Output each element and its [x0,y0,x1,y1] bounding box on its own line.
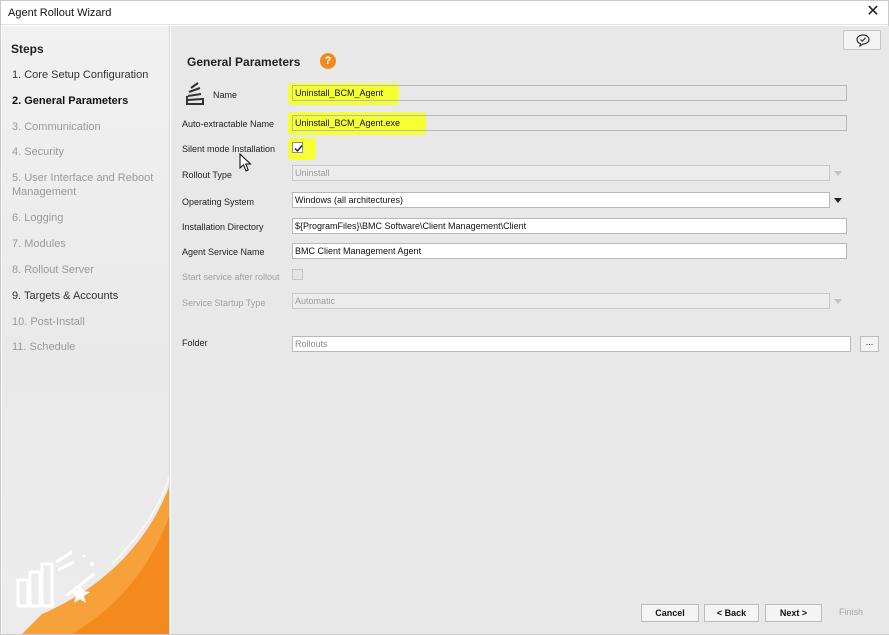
next-button[interactable]: Next > [765,604,822,622]
cancel-button[interactable]: Cancel [641,604,699,622]
step-logging[interactable]: 6. Logging [12,211,162,225]
start-service-label: Start service after rollout [182,272,280,282]
chevron-down-icon[interactable] [831,192,845,208]
chevron-down-icon [831,293,845,309]
title-bar: Agent Rollout Wizard ✕ [1,1,888,25]
step-schedule[interactable]: 11. Schedule [12,340,162,354]
rollout-type-label: Rollout Type [182,170,232,180]
back-button[interactable]: < Back [704,604,759,622]
package-stack-icon [186,82,204,105]
silent-mode-checkbox[interactable] [292,142,303,153]
installation-directory-field[interactable]: ${ProgramFiles}\BMC Software\Client Mana… [292,218,847,234]
agent-rollout-wizard-window: Agent Rollout Wizard ✕ Steps 1. Core Set… [0,0,889,635]
folder-browse-button[interactable]: ... [860,336,879,352]
start-service-checkbox [292,269,303,280]
step-general-parameters[interactable]: 2. General Parameters [12,94,162,108]
close-icon[interactable]: ✕ [864,3,882,21]
steps-heading: Steps [11,42,44,56]
comment-icon [856,34,870,47]
name-field[interactable]: Uninstall_BCM_Agent [292,85,847,101]
mouse-cursor-icon [239,153,252,172]
step-post-install[interactable]: 10. Post-Install [12,315,162,329]
window-title: Agent Rollout Wizard [8,7,112,19]
finish-button: Finish [838,607,863,617]
steps-sidebar: Steps 1. Core Setup Configuration 2. Gen… [2,26,170,634]
service-startup-type-select: Automatic [292,293,830,309]
folder-field[interactable]: Rollouts [292,336,851,352]
step-rollout-server[interactable]: 8. Rollout Server [12,263,162,277]
operating-system-label: Operating System [182,197,255,207]
step-targets-accounts[interactable]: 9. Targets & Accounts [12,289,162,303]
agent-service-name-label: Agent Service Name [182,247,265,257]
service-startup-type-label: Service Startup Type [182,298,266,308]
rollout-type-select: Uninstall [292,165,830,181]
main-panel: General Parameters ? Name Uninstall_BCM_… [171,26,889,634]
step-user-interface[interactable]: 5. User Interface and Reboot Management [12,171,162,199]
agent-service-name-field[interactable]: BMC Client Management Agent [292,243,847,259]
step-security[interactable]: 4. Security [12,145,162,159]
folder-label: Folder [182,338,208,348]
auto-extractable-name-field[interactable]: Uninstall_BCM_Agent.exe [292,115,847,131]
silent-mode-label: Silent mode Installation [182,144,276,154]
help-icon[interactable]: ? [320,53,336,69]
checkmark-icon [294,145,303,153]
bmc-rollout-logo-icon [16,550,95,608]
installation-directory-label: Installation Directory [182,222,264,232]
feedback-button[interactable] [843,30,881,50]
step-communication[interactable]: 3. Communication [12,120,162,134]
step-modules[interactable]: 7. Modules [12,237,162,251]
step-core-setup[interactable]: 1. Core Setup Configuration [12,68,162,82]
name-label: Name [213,90,238,100]
page-title: General Parameters [187,55,301,69]
auto-extractable-name-label: Auto-extractable Name [182,119,275,129]
chevron-down-icon [831,165,845,181]
operating-system-select[interactable]: Windows (all architectures) [292,192,830,208]
